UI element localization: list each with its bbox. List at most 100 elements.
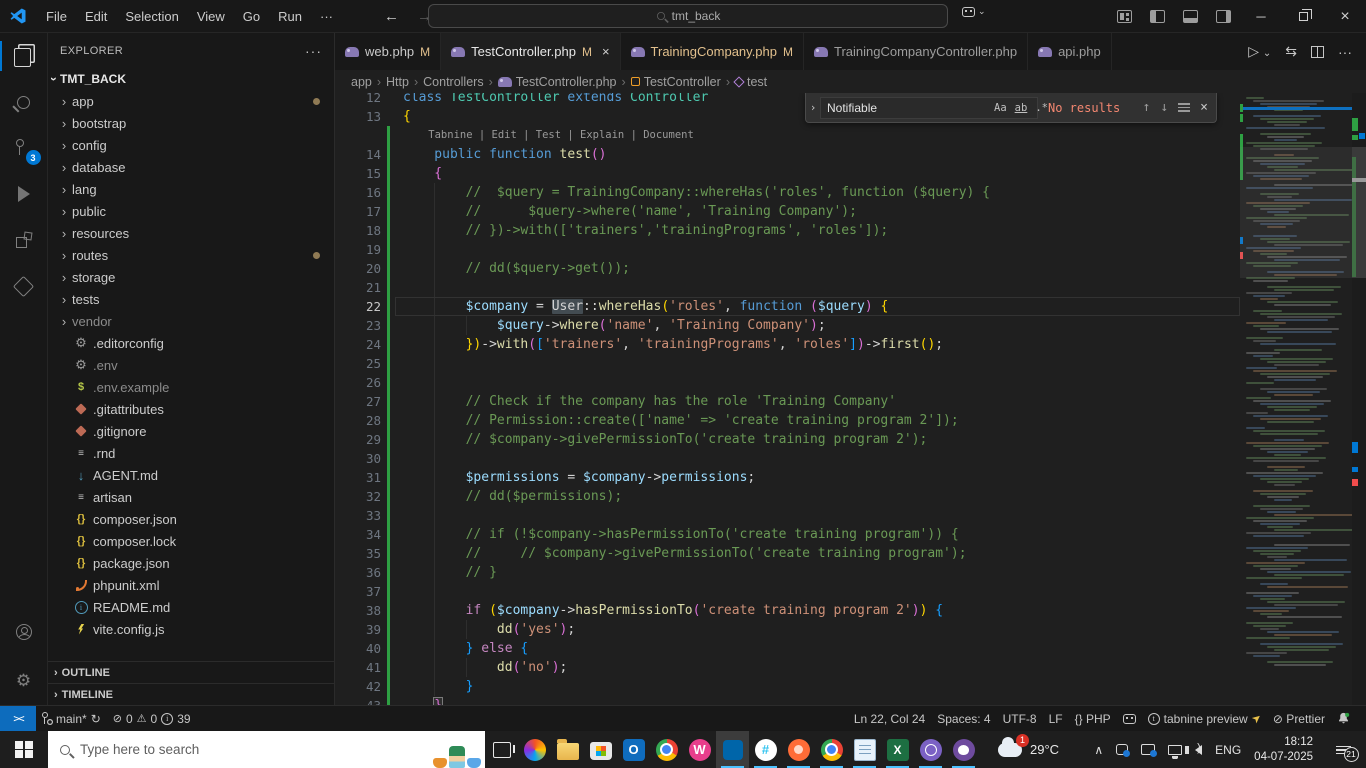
tree-folder-config[interactable]: › config [48, 134, 334, 156]
close-find-icon[interactable]: × [1200, 100, 1208, 115]
tree-file-packagejson[interactable]: {} package.json [48, 552, 334, 574]
notifications-bell[interactable] [1331, 706, 1356, 731]
volume-icon[interactable] [1185, 742, 1203, 755]
tree-folder-routes[interactable]: › routes [48, 244, 334, 266]
network-icon[interactable] [1168, 744, 1183, 758]
tree-file-gitattributes[interactable]: .gitattributes [48, 398, 334, 420]
find-previous-icon[interactable]: ↑ [1143, 100, 1151, 115]
language-indicator[interactable]: ENG [1215, 743, 1241, 757]
open-changes-icon[interactable]: ⇆ [1285, 43, 1297, 60]
regex-toggle[interactable]: .* [1033, 101, 1050, 115]
remote-indicator[interactable]: >< [0, 705, 36, 732]
taskbar-app-store[interactable] [584, 731, 617, 768]
tree-folder-tests[interactable]: › tests [48, 288, 334, 310]
breadcrumb-item-Controllers[interactable]: Controllers [423, 75, 483, 89]
taskbar-app-clock-app[interactable] [914, 731, 947, 768]
close-button[interactable]: × [1324, 0, 1366, 33]
outline-panel-header[interactable]: › OUTLINE [48, 661, 334, 683]
tree-folder-lang[interactable]: › lang [48, 178, 334, 200]
find-in-selection-icon[interactable] [1178, 101, 1191, 114]
taskbar-app-copilot[interactable] [518, 731, 551, 768]
tab-apiphp[interactable]: api.php [1028, 33, 1112, 70]
tree-file-rnd[interactable]: ≡ .rnd [48, 442, 334, 464]
tree-folder-database[interactable]: › database [48, 156, 334, 178]
taskbar-app-outlook[interactable] [617, 731, 650, 768]
tree-file-envexample[interactable]: $ .env.example [48, 376, 334, 398]
language-mode[interactable]: {} PHP [1069, 706, 1117, 731]
restore-button[interactable] [1282, 0, 1324, 33]
tree-file-READMEmd[interactable]: README.md [48, 596, 334, 618]
taskbar-app-excel[interactable] [881, 731, 914, 768]
overview-ruler[interactable] [1352, 93, 1366, 705]
weather-widget[interactable]: 1 29°C [988, 731, 1069, 768]
run-php-button[interactable]: ▷ ⌄ [1248, 43, 1271, 60]
breadcrumb-item-TestController[interactable]: TestController [630, 75, 721, 89]
tablet-mode-icon[interactable] [1116, 744, 1131, 757]
tray-expand-icon[interactable]: ∧ [1094, 743, 1103, 757]
breadcrumb-item-TestControllerphp[interactable]: TestController.php [497, 75, 617, 89]
more-actions-icon[interactable]: ··· [1338, 44, 1352, 60]
menu-run[interactable]: Run [269, 9, 311, 24]
explorer-view-icon[interactable] [0, 33, 48, 79]
breadcrumb-item-Http[interactable]: Http [386, 75, 409, 89]
copilot-status[interactable] [1117, 706, 1142, 731]
tabnine-status[interactable]: t tabnine preview ➤ [1142, 706, 1267, 731]
prettier-status[interactable]: ⊘ Prettier [1267, 706, 1331, 731]
notification-center[interactable]: 21 [1326, 744, 1360, 762]
minimap-slider[interactable] [1240, 147, 1352, 278]
minimize-button[interactable]: ─ [1240, 0, 1282, 33]
toggle-secondary-sidebar-icon[interactable] [1216, 10, 1231, 23]
tree-folder-public[interactable]: › public [48, 200, 334, 222]
tree-file-composerjson[interactable]: {} composer.json [48, 508, 334, 530]
tree-folder-storage[interactable]: › storage [48, 266, 334, 288]
split-editor-icon[interactable] [1311, 45, 1324, 58]
menu-edit[interactable]: Edit [76, 9, 116, 24]
taskbar-search[interactable]: Type here to search [48, 731, 485, 768]
close-tab-icon[interactable]: × [602, 44, 610, 59]
start-button[interactable] [0, 731, 48, 768]
tree-file-env[interactable]: ⚙ .env [48, 354, 334, 376]
copilot-menu[interactable]: ⌄ [962, 6, 986, 17]
command-center-search[interactable]: tmt_back [428, 4, 948, 28]
account-button[interactable] [0, 609, 48, 655]
tree-file-editorconfig[interactable]: ⚙ .editorconfig [48, 332, 334, 354]
explorer-actions-icon[interactable]: ··· [305, 43, 322, 59]
minimap[interactable] [1240, 93, 1352, 705]
package-view-icon[interactable] [0, 263, 48, 309]
tree-file-composerlock[interactable]: {} composer.lock [48, 530, 334, 552]
menu-file[interactable]: File [37, 9, 76, 24]
source-control-view-icon[interactable]: 3 [0, 125, 48, 171]
sync-icon[interactable]: ↻ [91, 712, 101, 726]
toggle-panel-icon[interactable] [1183, 10, 1198, 23]
tree-file-gitignore[interactable]: .gitignore [48, 420, 334, 442]
run-debug-view-icon[interactable] [0, 171, 48, 217]
cast-icon[interactable] [1141, 744, 1158, 757]
breadcrumb[interactable]: app › Http › Controllers › TestController.php ›… [335, 70, 1366, 93]
tab-webphp[interactable]: web.php M [335, 33, 442, 70]
find-next-icon[interactable]: ↓ [1160, 100, 1168, 115]
encoding-status[interactable]: UTF-8 [997, 706, 1043, 731]
menu-view[interactable]: View [188, 9, 234, 24]
problems-status[interactable]: ⊘ 0 ⚠ 0 i 39 [107, 706, 197, 731]
match-case-toggle[interactable]: Aa [992, 101, 1009, 115]
taskbar-app-github-desktop[interactable] [947, 731, 980, 768]
taskbar-app-chrome[interactable] [650, 731, 683, 768]
tree-file-artisan[interactable]: ≡ artisan [48, 486, 334, 508]
clock[interactable]: 18:12 04-07-2025 [1254, 735, 1313, 764]
taskbar-app-vscode[interactable] [716, 731, 749, 768]
whole-word-toggle[interactable]: ab [1013, 101, 1030, 115]
eol-status[interactable]: LF [1043, 706, 1069, 731]
tab-TrainingCompanyControllerphp[interactable]: TrainingCompanyController.php [804, 33, 1029, 70]
menu-go[interactable]: Go [234, 9, 269, 24]
customize-layout-icon[interactable] [1117, 10, 1132, 23]
workspace-root-item[interactable]: › TMT_BACK [47, 68, 334, 90]
branch-status[interactable]: main* ↻ [36, 706, 107, 731]
settings-button[interactable]: ⚙ [0, 655, 48, 705]
tree-folder-resources[interactable]: › resources [48, 222, 334, 244]
tree-folder-bootstrap[interactable]: › bootstrap [48, 112, 334, 134]
tab-TestControllerphp[interactable]: TestController.php M × [441, 33, 621, 70]
taskbar-app-slack[interactable] [749, 731, 782, 768]
taskbar-app-notepad[interactable] [848, 731, 881, 768]
extensions-view-icon[interactable] [0, 217, 48, 263]
cursor-position[interactable]: Ln 22, Col 24 [848, 706, 931, 731]
